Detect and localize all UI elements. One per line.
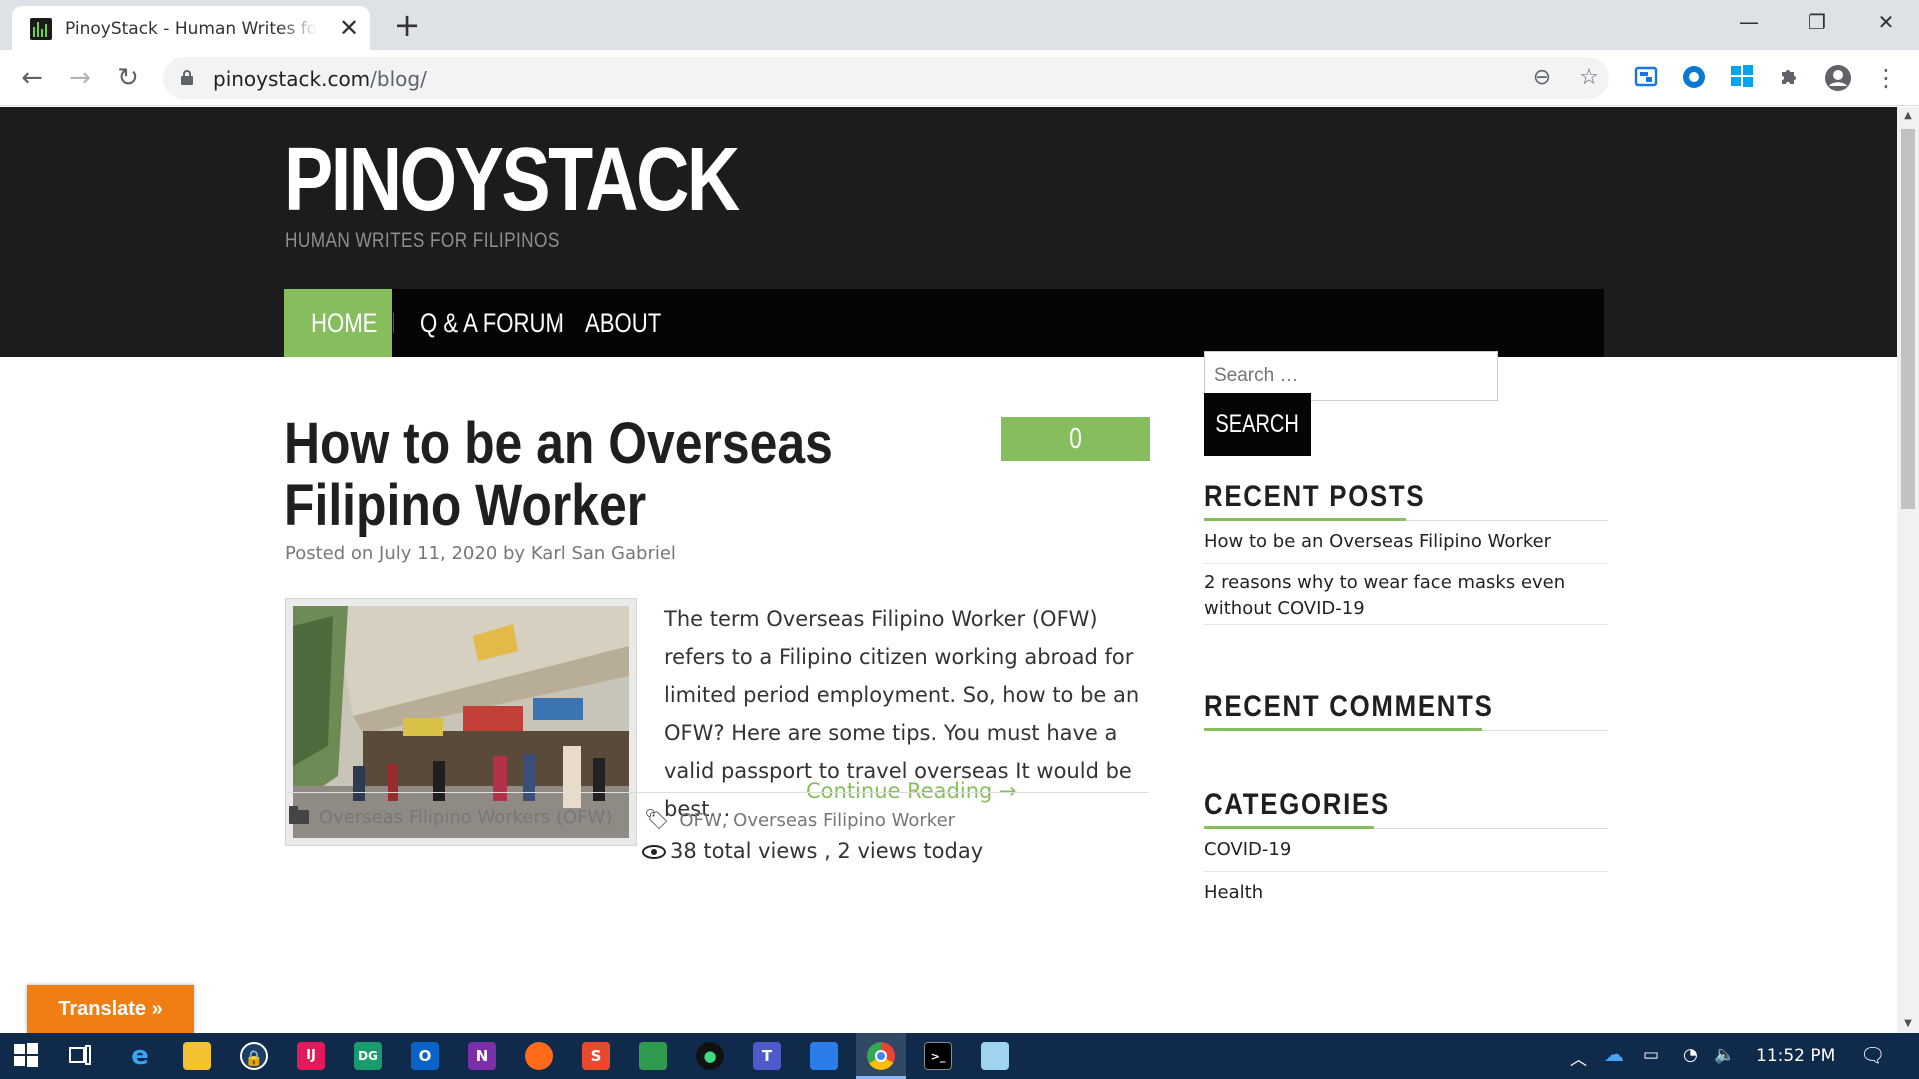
menu-kebab-icon[interactable]: ⋮	[1872, 64, 1900, 92]
gitkraken-icon[interactable]: ●	[696, 1042, 724, 1070]
onedrive-icon[interactable]: ☁	[1604, 1042, 1624, 1066]
browser-toolbar: ← → ↻ pinoystack.com/blog/ ⊖ ☆ ⋮	[0, 50, 1919, 106]
site-favicon-icon	[30, 18, 52, 40]
site-tagline: HUMAN WRITES FOR FILIPINOS	[285, 229, 560, 252]
scroll-up-icon[interactable]: ▲	[1897, 107, 1919, 125]
bookmark-star-icon[interactable]: ☆	[1576, 65, 1602, 91]
intellij-icon[interactable]: IJ	[297, 1042, 325, 1070]
notepad-icon[interactable]	[981, 1042, 1009, 1070]
post-meta: Posted on July 11, 2020 by Karl San Gabr…	[285, 543, 676, 564]
category-item-health[interactable]: Health	[1204, 880, 1604, 906]
nav-item-about[interactable]: ABOUT	[585, 289, 661, 357]
post-author-link[interactable]: Karl San Gabriel	[531, 543, 676, 564]
recent-comments-title: RECENT COMMENTS	[1204, 690, 1494, 723]
profile-icon[interactable]	[1824, 64, 1852, 92]
reload-button[interactable]: ↻	[113, 64, 143, 94]
widget-accent	[1204, 518, 1406, 521]
widget-accent	[1204, 826, 1374, 829]
task-view-icon[interactable]	[66, 1042, 94, 1070]
recent-posts-title: RECENT POSTS	[1204, 480, 1426, 513]
translate-button[interactable]: Translate »	[27, 985, 194, 1033]
forward-button[interactable]: →	[65, 64, 95, 94]
wifi-icon[interactable]: ◔	[1683, 1045, 1698, 1065]
scroll-down-icon[interactable]: ▼	[1897, 1015, 1919, 1033]
continue-reading-link[interactable]: Continue Reading →	[806, 779, 1017, 803]
windows-start-icon[interactable]	[12, 1042, 40, 1070]
nav-item-home[interactable]: HOME	[284, 289, 392, 357]
edge-legacy-icon[interactable]: e	[126, 1042, 154, 1070]
tab-close-icon[interactable]: ✕	[337, 16, 361, 40]
address-bar[interactable]: pinoystack.com/blog/ ⊖ ☆	[163, 57, 1609, 99]
circle-ext-icon[interactable]	[1680, 64, 1708, 92]
post-views: 38 total views , 2 views today	[642, 839, 983, 863]
comments-badge[interactable]: 0 Comments	[1001, 417, 1150, 499]
terminal-icon[interactable]: >_	[924, 1042, 952, 1070]
list-separator	[1204, 624, 1608, 625]
onenote-icon[interactable]: N	[468, 1042, 496, 1070]
back-button[interactable]: ←	[17, 64, 47, 94]
widget-accent	[1204, 728, 1482, 731]
file-explorer-icon[interactable]	[183, 1042, 211, 1070]
close-window-button[interactable]: ✕	[1866, 8, 1906, 36]
post-tags: 🏷 OFW, Overseas Filipino Worker	[644, 807, 955, 831]
tags-icon: 🏷	[644, 807, 670, 831]
category-link[interactable]: Overseas Filipino Workers (OFW)	[319, 807, 612, 828]
site-title[interactable]: PINOYSTACK	[284, 129, 740, 232]
nav-separator	[393, 313, 394, 333]
outlook-icon[interactable]: O	[411, 1042, 439, 1070]
battery-icon[interactable]: ▭	[1643, 1045, 1659, 1065]
sublime-icon[interactable]: S	[582, 1042, 610, 1070]
url-text[interactable]: pinoystack.com/blog/	[213, 67, 427, 91]
restore-button[interactable]: ❐	[1797, 8, 1837, 36]
firefox-icon[interactable]	[525, 1042, 553, 1070]
post-title[interactable]: How to be an Overseas Filipino Worker	[284, 413, 938, 537]
list-separator	[1204, 563, 1608, 564]
browser-tab[interactable]: PinoyStack - Human Writes for Filipinos …	[12, 6, 370, 50]
puzzle-icon[interactable]	[1776, 64, 1804, 92]
taskbar-clock[interactable]: 11:52 PM	[1756, 1046, 1835, 1066]
recent-post-link[interactable]: How to be an Overseas Filipino Worker	[1204, 529, 1604, 555]
sticky-app-icon[interactable]	[810, 1042, 838, 1070]
browser-tabstrip: PinoyStack - Human Writes for Filipinos …	[0, 0, 1919, 50]
page-scrollbar[interactable]: ▲ ▼	[1897, 107, 1919, 1033]
vpn-lock-icon[interactable]: 🔒	[240, 1042, 268, 1070]
recent-post-link[interactable]: 2 reasons why to wear face masks even wi…	[1204, 570, 1604, 622]
eye-icon	[642, 845, 666, 859]
categories-title: CATEGORIES	[1204, 788, 1390, 821]
volume-icon[interactable]: 🔈	[1714, 1045, 1735, 1065]
notifications-icon[interactable]: 🗨	[1860, 1043, 1885, 1067]
windows-taskbar: e 🔒 IJ DG O N S ● T >_ ︿ ☁ ▭ ◔ 🔈 11:52 P…	[0, 1033, 1919, 1079]
new-tab-button[interactable]: +	[392, 9, 422, 41]
list-separator	[1204, 871, 1608, 872]
nav-separator	[559, 313, 560, 333]
folder-icon	[289, 806, 309, 824]
chrome-icon[interactable]	[867, 1042, 895, 1070]
street-photo-image	[293, 606, 629, 838]
minimize-button[interactable]: —	[1729, 8, 1769, 36]
windows-ext-icon[interactable]	[1728, 64, 1756, 92]
nav-item-home-label: HOME	[311, 308, 378, 338]
page-viewport: PINOYSTACK HUMAN WRITES FOR FILIPINOS HO…	[0, 107, 1897, 1033]
post-category: Overseas Filipino Workers (OFW)	[289, 806, 612, 828]
scroll-thumb[interactable]	[1901, 129, 1915, 509]
tab-title: PinoyStack - Human Writes for Filipinos	[65, 19, 317, 39]
show-hidden-icons-icon[interactable]: ︿	[1570, 1045, 1587, 1070]
nav-item-qa-forum[interactable]: Q & A FORUM	[420, 289, 564, 357]
zoom-icon[interactable]: ⊖	[1529, 65, 1555, 91]
site-header: PINOYSTACK HUMAN WRITES FOR FILIPINOS HO…	[0, 107, 1897, 357]
tags-links[interactable]: OFW, Overseas Filipino Worker	[679, 810, 955, 831]
search-button[interactable]: SEARCH	[1204, 393, 1311, 456]
post-date-link[interactable]: July 11, 2020	[379, 543, 497, 564]
category-item-covid19[interactable]: COVID-19	[1204, 837, 1604, 863]
translate-ext-icon[interactable]	[1632, 64, 1660, 92]
lock-icon[interactable]	[181, 70, 193, 85]
main-navigation: HOME Q & A FORUM ABOUT	[284, 289, 1604, 357]
spreadsheet-icon[interactable]	[639, 1042, 667, 1070]
post-footer-divider	[285, 792, 1149, 793]
teams-icon[interactable]: T	[753, 1042, 781, 1070]
datagrip-icon[interactable]: DG	[354, 1042, 382, 1070]
